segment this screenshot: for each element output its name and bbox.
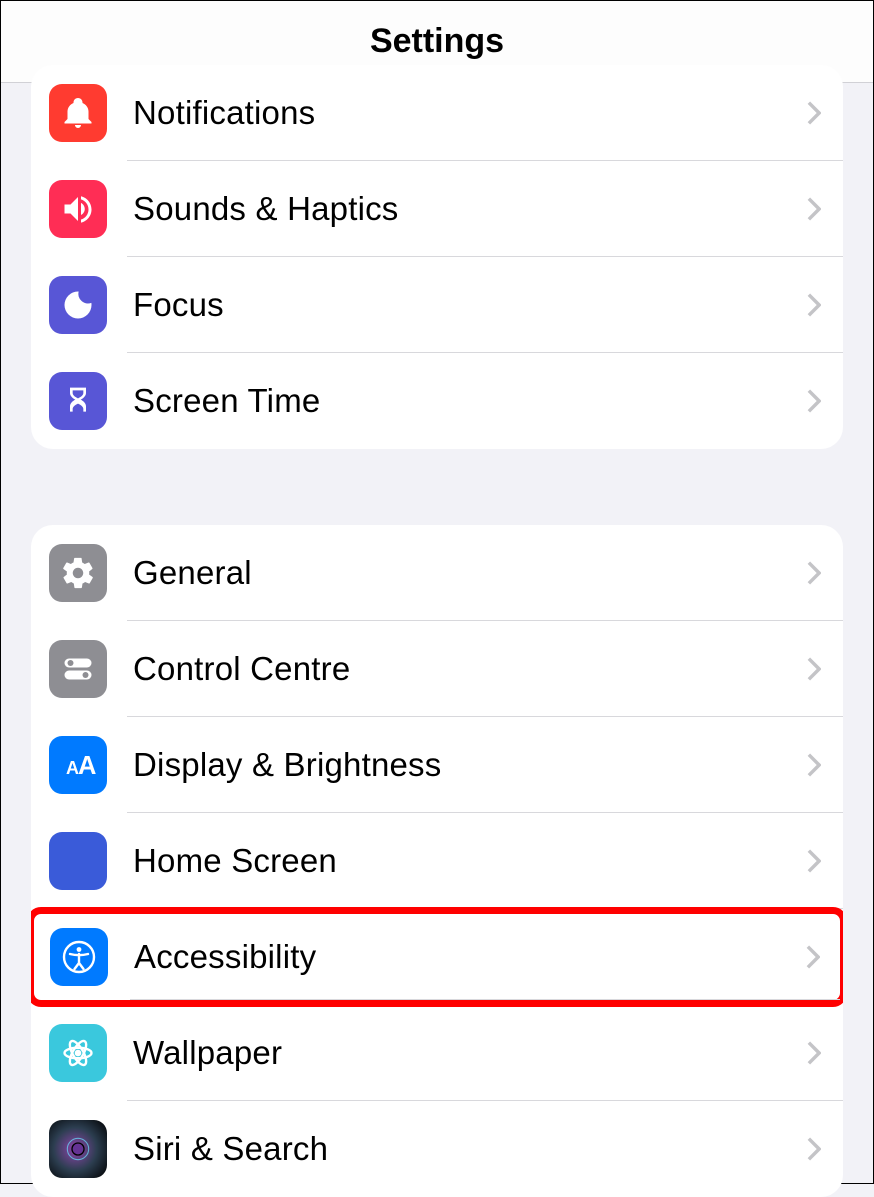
text-size-icon: AA <box>49 736 107 794</box>
row-label: Wallpaper <box>133 1034 807 1072</box>
row-label: Screen Time <box>133 382 807 420</box>
chevron-right-icon <box>807 197 821 221</box>
hourglass-icon <box>49 372 107 430</box>
settings-row-display-brightness[interactable]: AA Display & Brightness <box>31 717 843 813</box>
toggles-icon <box>49 640 107 698</box>
settings-row-notifications[interactable]: Notifications <box>31 65 843 161</box>
settings-row-home-screen[interactable]: Home Screen <box>31 813 843 909</box>
svg-text:A: A <box>78 752 96 780</box>
row-label: Accessibility <box>134 938 806 976</box>
settings-row-screen-time[interactable]: Screen Time <box>31 353 843 449</box>
page-title: Settings <box>370 22 504 61</box>
chevron-right-icon <box>807 293 821 317</box>
chevron-right-icon <box>807 753 821 777</box>
row-label: Sounds & Haptics <box>133 190 807 228</box>
row-label: Notifications <box>133 94 807 132</box>
chevron-right-icon <box>807 657 821 681</box>
chevron-right-icon <box>807 101 821 125</box>
row-label: General <box>133 554 807 592</box>
settings-row-control-centre[interactable]: Control Centre <box>31 621 843 717</box>
flower-icon <box>49 1024 107 1082</box>
settings-content: Notifications Sounds & Haptics Focus <box>1 65 873 1197</box>
accessibility-icon <box>50 928 108 986</box>
settings-row-accessibility[interactable]: Accessibility <box>31 907 843 1007</box>
bell-icon <box>49 84 107 142</box>
chevron-right-icon <box>807 389 821 413</box>
row-label: Control Centre <box>133 650 807 688</box>
gear-icon <box>49 544 107 602</box>
settings-row-focus[interactable]: Focus <box>31 257 843 353</box>
row-label: Home Screen <box>133 842 807 880</box>
row-label: Focus <box>133 286 807 324</box>
row-label: Siri & Search <box>133 1130 807 1168</box>
speaker-icon <box>49 180 107 238</box>
chevron-right-icon <box>807 1137 821 1161</box>
grid-icon <box>49 832 107 890</box>
settings-row-siri-search[interactable]: Siri & Search <box>31 1101 843 1197</box>
row-label: Display & Brightness <box>133 746 807 784</box>
settings-group-2: General Control Centre AA Display & Brig… <box>31 525 843 1197</box>
settings-row-general[interactable]: General <box>31 525 843 621</box>
chevron-right-icon <box>807 561 821 585</box>
settings-row-wallpaper[interactable]: Wallpaper <box>31 1005 843 1101</box>
settings-group-1: Notifications Sounds & Haptics Focus <box>31 65 843 449</box>
siri-icon <box>49 1120 107 1178</box>
moon-icon <box>49 276 107 334</box>
settings-row-sounds-haptics[interactable]: Sounds & Haptics <box>31 161 843 257</box>
chevron-right-icon <box>806 945 820 969</box>
chevron-right-icon <box>807 1041 821 1065</box>
chevron-right-icon <box>807 849 821 873</box>
